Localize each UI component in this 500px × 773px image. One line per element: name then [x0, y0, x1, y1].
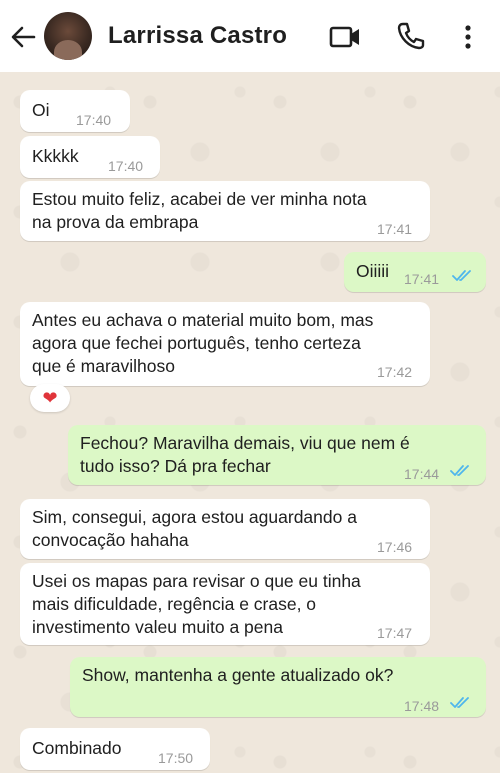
outgoing-message[interactable]: Fechou? Maravilha demais, viu que nem é … [68, 425, 486, 485]
read-ticks-icon [450, 465, 469, 476]
message-text: Combinado [32, 738, 122, 758]
incoming-message[interactable]: Kkkkk 17:40 [20, 136, 160, 178]
read-ticks-icon [450, 697, 469, 708]
incoming-message[interactable]: Oi 17:40 [20, 90, 130, 132]
message-time: 17:48 [404, 698, 440, 714]
message-text: Sim, consegui, agora estou aguardando a … [32, 507, 357, 550]
message-time: 17:40 [108, 158, 144, 174]
message-time: 17:40 [76, 112, 112, 128]
reaction-heart[interactable]: ❤ [30, 384, 70, 412]
message-text: Fechou? Maravilha demais, viu que nem é … [80, 433, 410, 476]
message-time: 17:44 [404, 466, 440, 482]
outgoing-message[interactable]: Oiiiii 17:41 [344, 252, 486, 292]
video-call-icon[interactable] [328, 22, 362, 52]
message-time: 17:47 [377, 625, 413, 641]
phone-icon[interactable] [396, 20, 426, 52]
message-text: Estou muito feliz, acabei de ver minha n… [32, 189, 367, 232]
message-text: Oi [32, 100, 50, 120]
message-text: Antes eu achava o material muito bom, ma… [32, 310, 374, 376]
message-time: 17:50 [158, 750, 194, 766]
outgoing-message[interactable]: Show, mantenha a gente atualizado ok? 17… [70, 657, 486, 717]
message-text: Usei os mapas para revisar o que eu tinh… [32, 571, 361, 637]
read-ticks-icon [452, 270, 471, 281]
message-time: 17:41 [377, 221, 413, 237]
heart-icon: ❤ [42, 387, 58, 408]
incoming-message[interactable]: Sim, consegui, agora estou aguardando a … [20, 499, 430, 559]
message-time: 17:46 [377, 539, 413, 555]
avatar[interactable] [44, 12, 92, 60]
back-arrow-icon[interactable] [8, 22, 38, 52]
incoming-message[interactable]: Antes eu achava o material muito bom, ma… [20, 302, 430, 386]
incoming-message[interactable]: Usei os mapas para revisar o que eu tinh… [20, 563, 430, 645]
message-text: Oiiiii [356, 261, 390, 281]
message-text: Show, mantenha a gente atualizado ok? [82, 665, 394, 685]
message-text: Kkkkk [32, 146, 79, 166]
message-time: 17:41 [404, 271, 440, 287]
contact-name[interactable]: Larrissa Castro [108, 22, 287, 50]
chat-header: Larrissa Castro [0, 0, 500, 72]
more-vert-icon[interactable] [458, 20, 478, 54]
incoming-message[interactable]: Estou muito feliz, acabei de ver minha n… [20, 181, 430, 241]
message-time: 17:42 [377, 364, 413, 380]
message-list[interactable]: Oi 17:40 Kkkkk 17:40 Estou muito feliz, … [0, 72, 500, 773]
incoming-message[interactable]: Combinado 17:50 [20, 728, 210, 770]
